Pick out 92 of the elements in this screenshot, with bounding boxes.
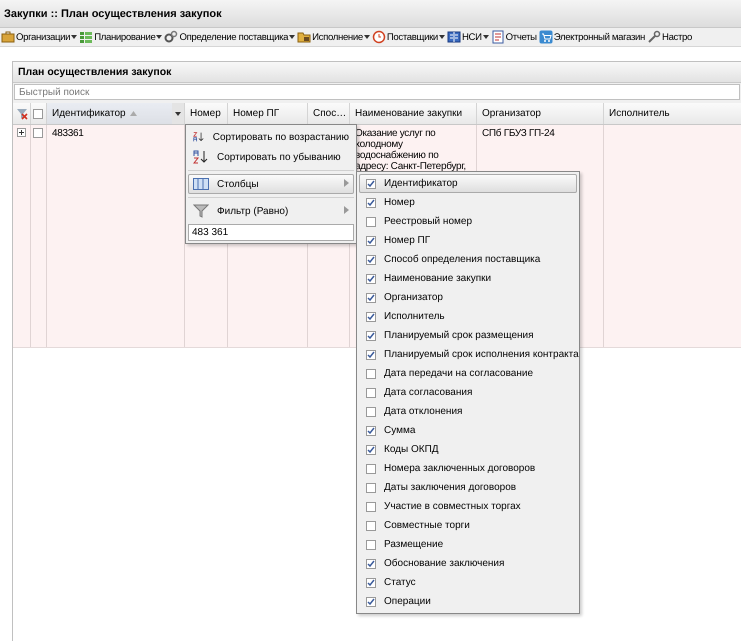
filter-icon <box>193 204 209 218</box>
submenu-arrow-icon <box>344 178 349 186</box>
checkbox[interactable] <box>366 558 376 568</box>
checkbox[interactable] <box>366 596 376 606</box>
caret-icon <box>156 35 162 39</box>
clock-icon <box>372 30 386 44</box>
checkbox[interactable] <box>33 128 43 138</box>
menu-item[interactable]: Номер <box>359 193 577 212</box>
checkbox[interactable] <box>366 464 376 474</box>
book-icon <box>446 30 461 44</box>
menu-item[interactable]: Обоснование заключения <box>359 554 577 573</box>
menu-item[interactable]: Планируемый срок исполнения контракта <box>359 345 577 364</box>
checkbox[interactable] <box>366 368 376 378</box>
submenu-arrow-icon <box>344 206 349 214</box>
caret-icon <box>364 35 370 39</box>
checkbox[interactable] <box>366 178 376 188</box>
checkbox[interactable] <box>366 330 376 340</box>
checkbox[interactable] <box>366 274 376 284</box>
menu-item[interactable]: Участие в совместных торгах <box>359 497 577 516</box>
checkbox[interactable] <box>366 236 376 246</box>
clear-filter-icon[interactable] <box>16 108 28 120</box>
checkbox[interactable] <box>366 350 376 360</box>
checkbox[interactable] <box>366 444 376 454</box>
checkbox[interactable] <box>366 254 376 264</box>
checkbox[interactable] <box>366 482 376 492</box>
checkbox[interactable] <box>366 216 376 226</box>
toolbar-menu-button[interactable]: Отчеты <box>490 30 538 44</box>
sort-descending-icon <box>193 150 209 164</box>
caret-icon <box>71 35 78 39</box>
caret-icon <box>438 35 445 39</box>
menu-item[interactable]: Номер ПГ <box>359 231 577 250</box>
column-header[interactable]: Исполнитель <box>604 103 741 124</box>
expand-icon[interactable] <box>17 128 26 137</box>
toolbar-menu-button[interactable]: Настро <box>646 30 694 44</box>
sort-ascending-icon <box>193 130 205 144</box>
menu-item[interactable]: Коды ОКПД <box>359 440 577 459</box>
toolbar-menu-button[interactable]: Определение поставщика <box>163 30 296 44</box>
toolbar-menu-button[interactable]: Планирование <box>78 30 164 44</box>
caret-icon <box>482 35 489 39</box>
menu-item[interactable]: Сумма <box>359 421 577 440</box>
document-icon <box>490 30 505 44</box>
column-header[interactable]: Организатор <box>477 103 604 124</box>
checkbox[interactable] <box>366 388 376 398</box>
toolbar-menu-button[interactable]: Исполнение <box>296 30 371 44</box>
search-field[interactable]: Быстрый поиск <box>14 84 740 100</box>
window-title: Закупки :: План осуществления закупок <box>4 8 222 20</box>
table-cell-text: 483361 <box>52 128 85 139</box>
checkbox[interactable] <box>366 426 376 436</box>
list-icon <box>79 30 94 44</box>
filter-value-field[interactable]: 483 361 <box>188 224 354 241</box>
menu-item[interactable]: Наименование закупки <box>359 269 577 288</box>
menu-item[interactable]: Фильтр (Равно) <box>188 201 354 221</box>
column-header[interactable]: Идентификатор <box>47 103 185 124</box>
menu-item[interactable]: Способ определения поставщика <box>359 250 577 269</box>
menu-item[interactable]: Столбцы <box>188 174 354 194</box>
menu-item[interactable]: Даты заключения договоров <box>359 478 577 497</box>
menu-item[interactable]: Статус <box>359 573 577 592</box>
menu-item[interactable]: Дата отклонения <box>359 402 577 421</box>
menu-item[interactable]: Сортировать по возрастанию <box>188 127 354 147</box>
toolbar-menu-button[interactable]: Электронный магазин <box>538 30 646 44</box>
briefcase-icon <box>1 30 15 44</box>
panel-title: План осуществления закупок <box>18 66 172 78</box>
menu-item[interactable]: Реестровый номер <box>359 212 577 231</box>
menu-item[interactable]: Исполнитель <box>359 307 577 326</box>
menu-item[interactable]: Номера заключенных договоров <box>359 459 577 478</box>
menu-item[interactable]: Дата передачи на согласование <box>359 364 577 383</box>
checkbox[interactable] <box>366 520 376 530</box>
column-menu-trigger[interactable] <box>172 103 184 124</box>
checkbox[interactable] <box>366 292 376 302</box>
folder-icon <box>297 30 312 44</box>
caret-icon <box>289 35 296 39</box>
checkbox[interactable] <box>366 578 376 588</box>
toolbar-menu-button[interactable]: Поставщики <box>370 30 446 44</box>
toolbar-menu-button[interactable]: НСИ <box>446 30 490 44</box>
menu-item[interactable]: Планируемый срок размещения <box>359 326 577 345</box>
checkbox[interactable] <box>366 540 376 550</box>
menu-item[interactable]: Совместные торги <box>359 516 577 535</box>
checkbox[interactable] <box>33 108 43 118</box>
checkbox[interactable] <box>366 312 376 322</box>
menu-item[interactable]: Сортировать по убыванию <box>188 147 354 167</box>
cart-icon <box>538 30 553 44</box>
table-cell-text: СПб ГБУЗ ГП-24 <box>482 128 556 139</box>
menu-item[interactable]: Размещение <box>359 535 577 554</box>
menu-item[interactable]: Организатор <box>359 288 577 307</box>
checkbox[interactable] <box>366 502 376 512</box>
columns-icon <box>193 177 209 191</box>
toolbar-menu-button[interactable]: Организации <box>0 30 78 44</box>
menu-item[interactable]: Дата согласования <box>359 383 577 402</box>
checkbox[interactable] <box>366 198 376 208</box>
menu-item[interactable]: Операции <box>359 592 577 611</box>
menu-item[interactable]: Идентификатор <box>359 174 577 193</box>
checkbox[interactable] <box>366 406 376 416</box>
